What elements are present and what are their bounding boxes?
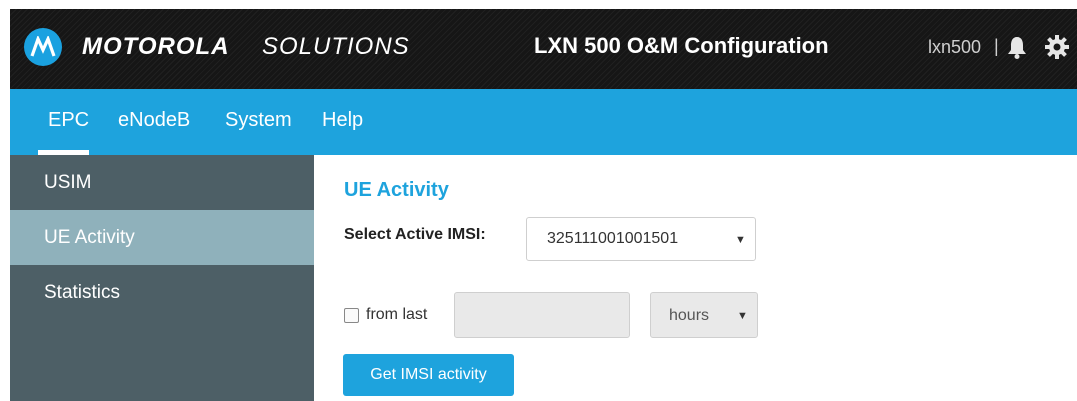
from-last-checkbox-group: from last — [344, 306, 427, 324]
imsi-select-value: 325111001001501 — [547, 230, 679, 247]
from-last-checkbox[interactable] — [344, 307, 359, 323]
bell-icon[interactable] — [1006, 35, 1028, 64]
gear-icon[interactable] — [1044, 34, 1070, 65]
time-unit-select[interactable]: hours ▼ — [650, 292, 758, 338]
sidebar-item-statistics[interactable]: Statistics — [10, 265, 314, 320]
main-content: UE Activity Select Active IMSI: 32511100… — [314, 155, 1077, 401]
imsi-select[interactable]: 325111001001501 ▼ — [526, 217, 756, 261]
header-separator: | — [994, 36, 999, 56]
tab-enodeb[interactable]: eNodeB — [118, 109, 190, 132]
tab-help[interactable]: Help — [322, 109, 363, 132]
tab-system[interactable]: System — [225, 109, 292, 132]
main-nav: EPC eNodeB System Help — [10, 89, 1077, 155]
sidebar-item-ue-activity[interactable]: UE Activity — [10, 210, 314, 265]
duration-input[interactable] — [454, 292, 630, 338]
top-header: MOTOROLA SOLUTIONS LXN 500 O&M Configura… — [10, 9, 1077, 89]
chevron-down-icon: ▼ — [735, 234, 746, 246]
app-title: LXN 500 O&M Configuration — [534, 33, 829, 58]
from-last-label: from last — [366, 306, 428, 323]
motorola-logo-icon — [24, 28, 62, 66]
imsi-label: Select Active IMSI: — [344, 226, 486, 243]
sidebar-item-usim[interactable]: USIM — [10, 155, 314, 210]
time-unit-value: hours — [669, 307, 710, 324]
tab-epc[interactable]: EPC — [48, 109, 89, 132]
chevron-down-icon: ▼ — [737, 310, 748, 322]
sidebar: USIM UE Activity Statistics — [10, 155, 314, 401]
page-title: UE Activity — [344, 179, 449, 201]
brand-name: MOTOROLA — [82, 33, 230, 60]
get-imsi-activity-button[interactable]: Get IMSI activity — [343, 354, 514, 396]
user-name[interactable]: lxn500 — [928, 37, 981, 58]
brand-suffix: SOLUTIONS — [262, 33, 410, 60]
